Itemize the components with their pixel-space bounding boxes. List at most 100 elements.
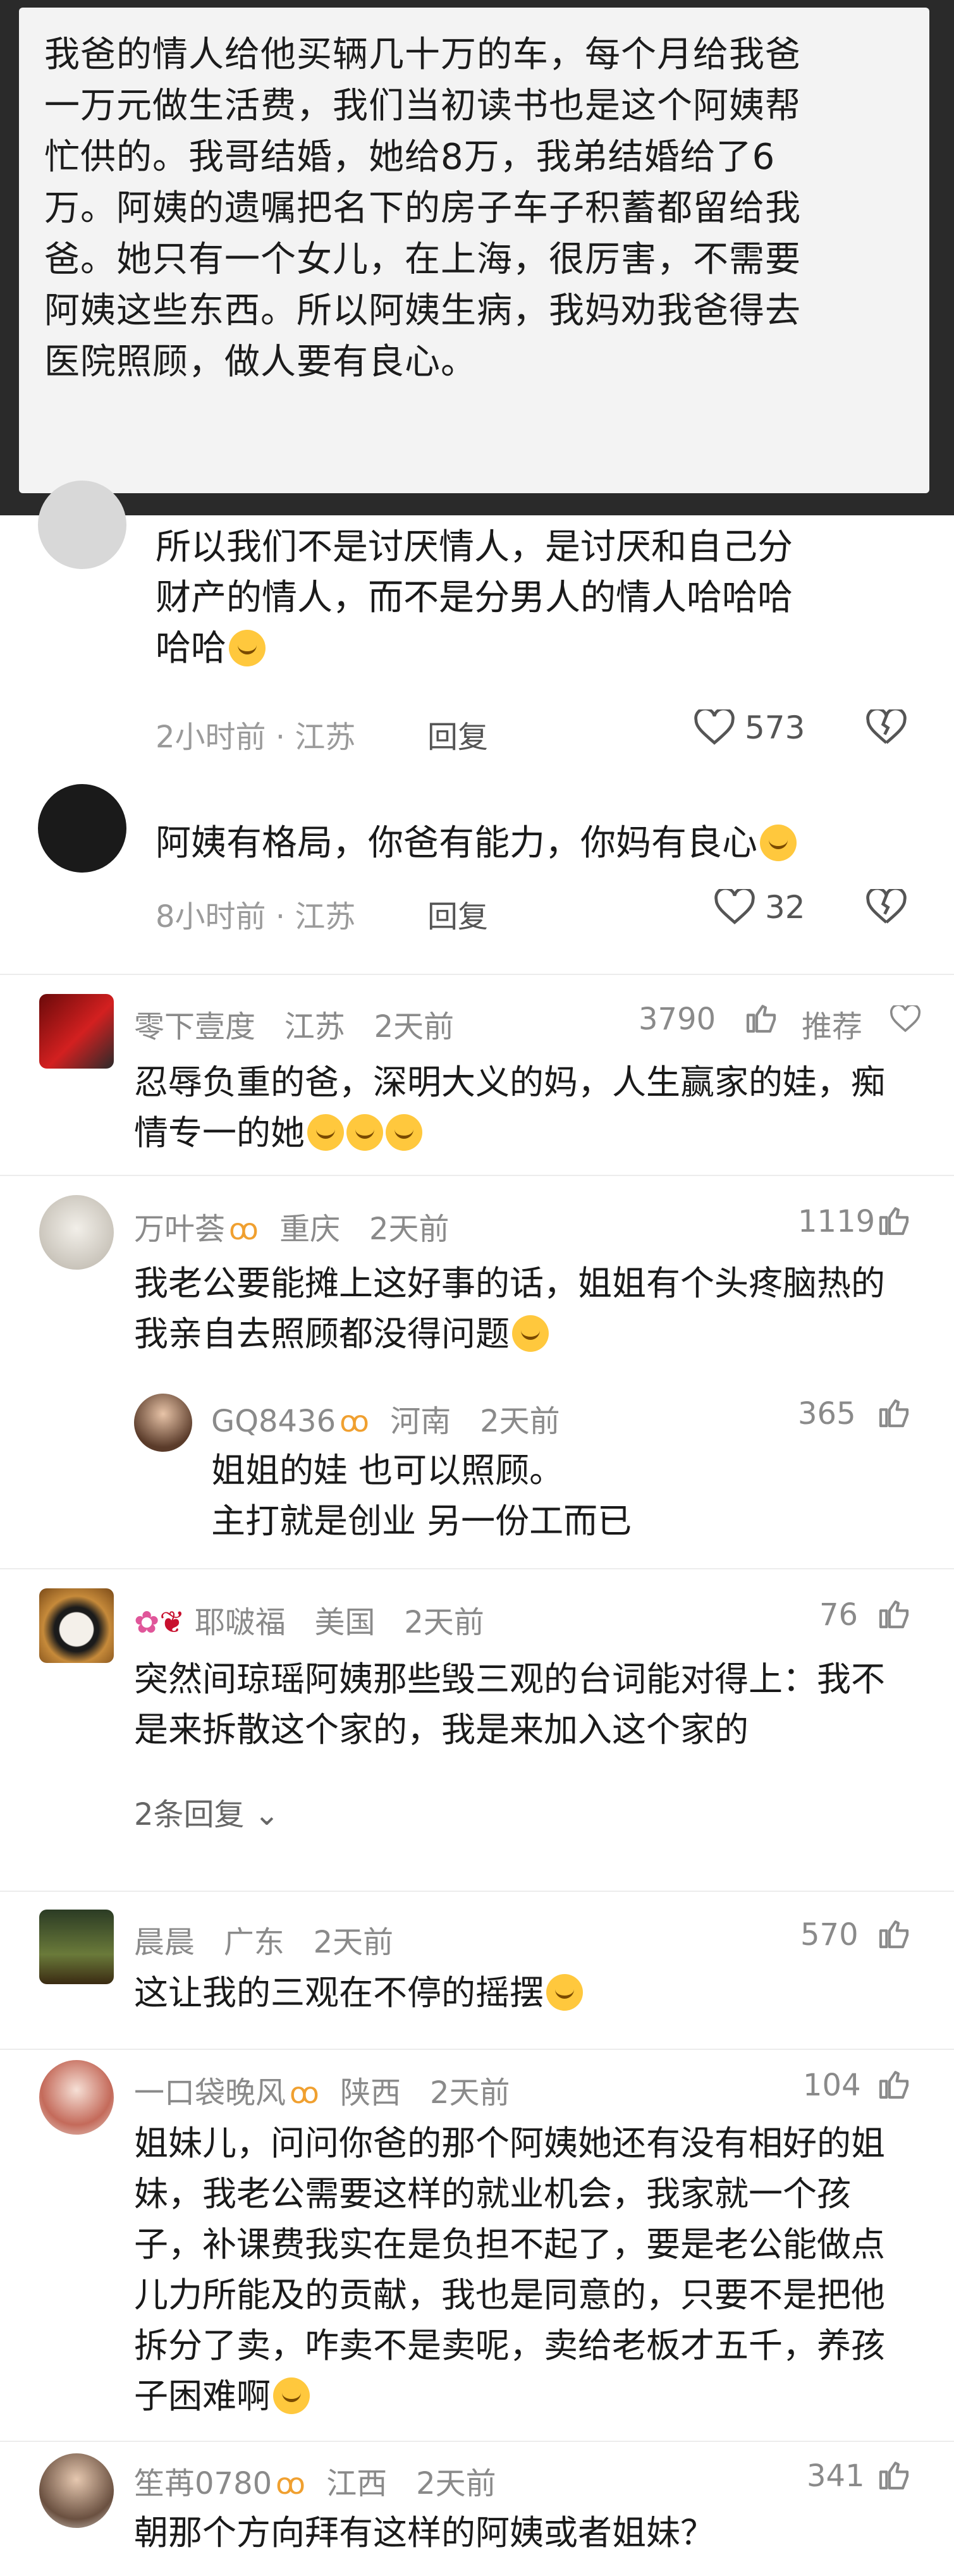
thumbs-up-icon[interactable] — [876, 2457, 912, 2493]
like-count: 32 — [765, 889, 805, 926]
avatar[interactable] — [38, 481, 126, 569]
thumbs-up-icon[interactable] — [876, 1203, 912, 1238]
comment-line: 是来拆散这个家的，我是来加入这个家的 — [134, 1710, 749, 1750]
laugh-cry-emoji-icon — [546, 1974, 583, 2011]
avatar[interactable] — [39, 1588, 114, 1663]
comment-line: 财产的情人，而不是分男人的情人哈哈哈 — [156, 577, 793, 618]
thumbs-up-icon[interactable] — [876, 2066, 912, 2102]
emoji-icon — [229, 630, 266, 666]
vip-badge-icon: ꝏ — [339, 1404, 369, 1438]
timestamp: 2天前 — [429, 2075, 510, 2111]
comment-header: 笙苒0780 ꝏ 江西 2天前 — [134, 2458, 496, 2503]
like-count: 341 — [807, 2458, 865, 2494]
username[interactable]: 晨晨 — [134, 1925, 195, 1960]
comment-text: 突然间琼瑶阿姨那些毁三观的台词能对得上：我不 是来拆散这个家的，我是来加入这个家… — [134, 1654, 918, 1755]
recommend-label[interactable]: 推荐 — [802, 1002, 862, 1046]
reply-button[interactable]: 回复 — [427, 712, 488, 756]
comment-line: 阿姨有格局，你爸有能力，你妈有良心 — [156, 823, 757, 864]
username[interactable]: 零下壹度 — [134, 1009, 255, 1045]
expand-replies-label: 2条回复 — [134, 1797, 245, 1832]
avatar[interactable] — [39, 2453, 114, 2528]
location: 江苏 — [284, 1009, 345, 1045]
comment-text: 阿姨有格局，你爸有能力，你妈有良心 — [156, 818, 902, 869]
thumbs-up-icon[interactable] — [876, 1916, 912, 1951]
post-line: 一万元做生活费，我们当初读书也是这个阿姨帮 — [44, 85, 801, 126]
comment-line: 忍辱负重的爸，深明大义的妈，人生赢家的娃，痴 — [134, 1062, 885, 1102]
post-line: 我爸的情人给他买辆几十万的车，每个月给我爸 — [44, 34, 801, 75]
vip-badge-icon: ꝏ — [290, 2076, 319, 2110]
comment-text: 忍辱负重的爸，深明大义的妈，人生赢家的娃，痴 情专一的她 — [134, 1057, 918, 1158]
reply-button[interactable]: 回复 — [427, 892, 488, 936]
timestamp: 2天前 — [404, 1605, 484, 1640]
comment-line: 姐姐的娃 也可以照顾。 — [211, 1451, 564, 1490]
heart-icon[interactable] — [890, 1005, 920, 1033]
divider — [0, 2441, 954, 2442]
avatar[interactable] — [134, 1394, 192, 1452]
comment-line: 情专一的她 — [134, 1113, 305, 1153]
emoji-icon — [346, 1114, 383, 1151]
username[interactable]: 笙苒0780 — [134, 2466, 272, 2501]
like-count: 570 — [800, 1917, 859, 1953]
rose-icon: ❦ — [159, 1605, 185, 1640]
comment-header: 万叶荟 ꝏ 重庆 2天前 — [134, 1204, 449, 1248]
username[interactable]: GQ8436 — [211, 1404, 336, 1439]
comment-line: 妹，我老公需要这样的就业机会，我家就一个孩 — [134, 2174, 851, 2214]
timestamp: 2天前 — [369, 1211, 449, 1247]
like-count: 3790 — [639, 1002, 716, 1037]
comment-text: 所以我们不是讨厌情人，是讨厌和自己分 财产的情人，而不是分男人的情人哈哈哈 哈哈 — [156, 522, 902, 674]
reply-text: 姐姐的娃 也可以照顾。 主打就是创业 另一份工而已 — [211, 1445, 907, 1547]
vip-badge-icon: ꝏ — [276, 2467, 306, 2501]
dislike-icon[interactable] — [866, 709, 907, 746]
comment-line: 子，补课费我实在是负担不起了，要是老公能做点 — [134, 2224, 885, 2264]
comment-line: 我亲自去照顾都没得问题 — [134, 1314, 510, 1354]
avatar[interactable] — [39, 1195, 114, 1270]
comment-meta: 2小时前 · 江苏 — [156, 720, 356, 755]
heart-icon[interactable] — [714, 889, 755, 926]
comment-line: 子困难啊 — [134, 2376, 271, 2416]
post-line: 忙供的。我哥结婚，她给8万，我弟结婚给了6 — [44, 137, 776, 178]
comment-line: 朝那个方向拜有这样的阿姨或者姐妹？ — [134, 2513, 714, 2553]
dislike-icon[interactable] — [866, 889, 907, 926]
comment-text: 姐妹儿，问问你爸的那个阿姨她还有没有相好的姐 妹，我老公需要这样的就业机会，我家… — [134, 2118, 918, 2422]
divider — [0, 974, 954, 975]
avatar[interactable] — [39, 1910, 114, 1984]
comment-header: 晨晨 广东 2天前 — [134, 1917, 393, 1961]
comment-line: 哈哈 — [156, 628, 226, 669]
avatar[interactable] — [39, 994, 114, 1069]
location: 江西 — [326, 2466, 388, 2501]
like-count: 365 — [798, 1396, 856, 1432]
timestamp: 2天前 — [416, 2466, 496, 2501]
divider — [0, 1891, 954, 1892]
emoji-icon — [386, 1114, 422, 1151]
comment-line: 儿力所能及的贡献，我也是同意的，只要不是把他 — [134, 2275, 885, 2315]
comment-header: ✿❦ 耶啵福 美国 2天前 — [134, 1597, 484, 1641]
location: 美国 — [314, 1605, 376, 1640]
post-background: 我爸的情人给他买辆几十万的车，每个月给我爸 一万元做生活费，我们当初读书也是这个… — [0, 0, 954, 515]
like-count: 573 — [745, 709, 805, 746]
like-count: 76 — [819, 1597, 859, 1633]
thumbs-up-icon[interactable] — [743, 1000, 779, 1036]
reply-header: GQ8436 ꝏ 河南 2天前 — [211, 1396, 560, 1440]
thumbs-up-icon[interactable] — [876, 1395, 912, 1430]
avatar[interactable] — [39, 2060, 114, 2135]
avatar[interactable] — [38, 784, 126, 873]
comment-line: 所以我们不是讨厌情人，是讨厌和自己分 — [156, 527, 793, 568]
location: 广东 — [223, 1925, 284, 1960]
username[interactable]: 耶啵福 — [195, 1605, 286, 1640]
comment-text: 这让我的三观在不停的摇摆 — [134, 1968, 918, 2018]
timestamp: 2天前 — [374, 1009, 455, 1045]
location: 河南 — [390, 1404, 451, 1439]
post-line: 医院照顾，做人要有良心。 — [44, 341, 477, 383]
username[interactable]: 万叶荟 — [134, 1211, 225, 1247]
comment-meta: 8小时前 · 江苏 — [156, 899, 356, 935]
username[interactable]: 一口袋晚风 — [134, 2075, 286, 2111]
divider — [0, 2049, 954, 2050]
comment-line: 突然间琼瑶阿姨那些毁三观的台词能对得上：我不 — [134, 1659, 885, 1699]
heart-icon[interactable] — [694, 709, 735, 746]
like-count: 104 — [803, 2068, 861, 2103]
expand-replies-button[interactable]: 2条回复 ⌄ — [134, 1789, 279, 1834]
thumbs-up-icon[interactable] — [876, 1596, 912, 1631]
location: 重庆 — [279, 1211, 341, 1247]
comment-line: 主打就是创业 另一份工而已 — [211, 1501, 632, 1541]
flower-icon: ✿ — [134, 1605, 160, 1640]
